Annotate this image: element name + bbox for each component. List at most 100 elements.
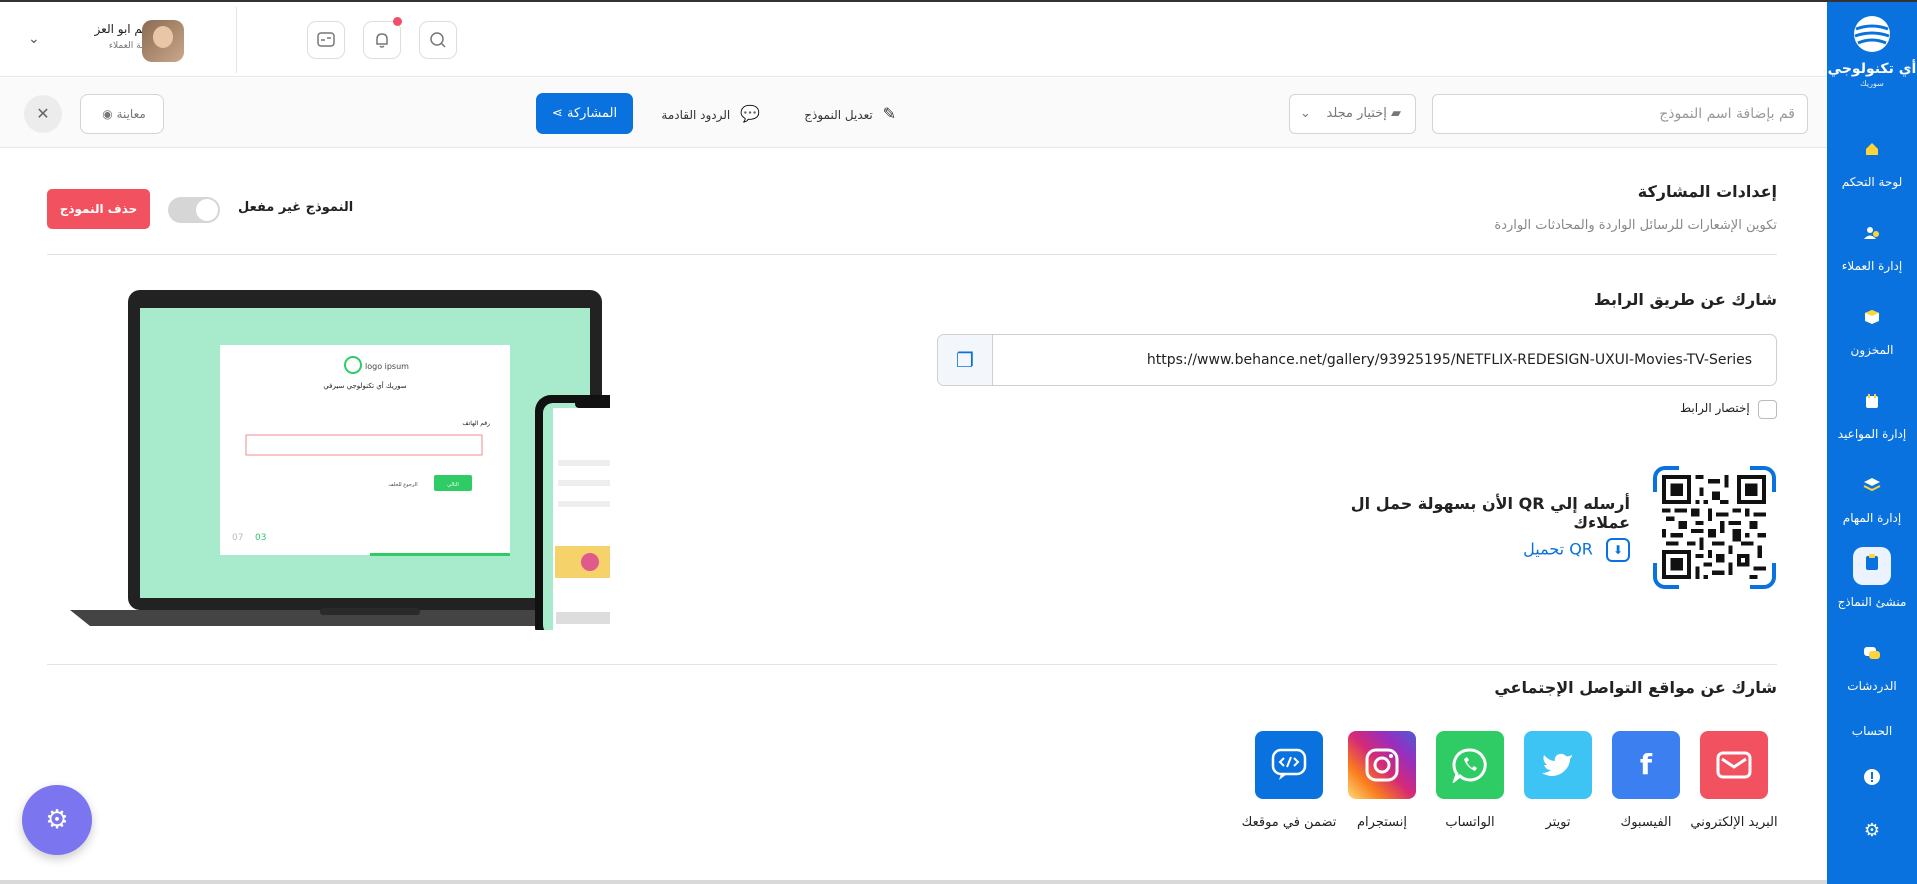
share-whatsapp[interactable]: الواتساب <box>1436 731 1504 830</box>
share-twitter[interactable]: تويتر <box>1524 731 1592 830</box>
calendar-icon <box>1857 389 1887 419</box>
share-settings-title: إعدادات المشاركة <box>1637 182 1777 201</box>
sidebar-item-appointments[interactable]: إدارة المواعيد <box>1827 389 1917 441</box>
sidebar-help[interactable] <box>1827 766 1917 804</box>
form-name-input[interactable] <box>1432 94 1808 134</box>
folder-select[interactable]: ⌄ إختيار مجلد ▰ <box>1289 94 1416 134</box>
share-email[interactable]: البريد الإلكتروني <box>1690 731 1778 830</box>
eye-icon: ◉ <box>102 107 113 121</box>
download-icon: ⬇ <box>1606 538 1630 562</box>
preview-button[interactable]: ◉ معاينة <box>80 94 164 134</box>
twitter-icon <box>1524 731 1592 799</box>
chat-bubbles-icon: 💬 <box>740 104 760 123</box>
search-icon <box>430 32 446 48</box>
mockup-logo-text: logo ipsum <box>365 362 409 371</box>
header-divider <box>236 7 237 73</box>
share-url-field[interactable]: ❐ https://www.behance.net/gallery/939251… <box>937 334 1777 386</box>
sidebar-item-chats[interactable]: الدردشات <box>1827 641 1917 693</box>
chevron-down-icon: ⌄ <box>28 31 40 47</box>
sidebar-item-tasks[interactable]: إدارة المهام <box>1827 473 1917 525</box>
shorten-link-checkbox[interactable] <box>1758 400 1777 419</box>
box-icon <box>1857 305 1887 335</box>
share-instagram-label: إنستجرام <box>1357 815 1407 830</box>
copy-link-button[interactable]: ❐ <box>938 335 993 385</box>
notification-badge <box>393 17 402 26</box>
instagram-icon <box>1348 731 1416 799</box>
qr-code-image <box>1662 475 1766 579</box>
sidebar-item-label: إدارة المواعيد <box>1837 427 1907 441</box>
gear-icon: ⚙ <box>1863 820 1881 841</box>
sidebar-item-label: منشئ النماذج <box>1837 595 1907 609</box>
mockup-page-current: 03 <box>255 533 266 543</box>
devices-mockup-illustration: logo ipsum سوريك أي تكنولوجي سيرفي رقم ا… <box>70 290 610 630</box>
divider <box>47 664 1777 665</box>
qr-description: الأن بسهولة حمل ال QR أرسله إلي عملاءك <box>1350 494 1630 532</box>
sidebar: أي تكنولوجي سوريك لوحة التحكم إدارة العم… <box>1827 2 1917 884</box>
replies-label: الردود القادمة <box>661 108 731 122</box>
mockup-phone-label: رقم الهاتف <box>462 420 490 427</box>
sidebar-item-label: الحساب <box>1851 724 1893 738</box>
form-active-toggle[interactable] <box>168 197 220 223</box>
users-icon <box>1857 221 1887 251</box>
search-button[interactable] <box>419 21 457 59</box>
chevron-down-icon: ⌄ <box>1300 106 1311 121</box>
sidebar-item-label: الدردشات <box>1847 679 1897 693</box>
upcoming-replies-button[interactable]: الردود القادمة 💬 <box>656 95 760 133</box>
download-qr-label: تحميل QR <box>1523 539 1593 559</box>
horizontal-scrollbar[interactable] <box>0 880 1827 884</box>
share-settings-subtitle: تكوين الإشعارات للرسائل الواردة والمحادث… <box>1494 218 1777 233</box>
mockup-back-label: الرجوع للخلف <box>388 482 417 488</box>
mockup-next-label: التالي <box>447 482 459 488</box>
notifications-button[interactable] <box>363 17 402 59</box>
share-facebook[interactable]: f الفيسبوك <box>1612 731 1680 830</box>
brand-logo[interactable]: أي تكنولوجي سوريك <box>1827 14 1917 88</box>
share-instagram[interactable]: إنستجرام <box>1348 731 1416 830</box>
home-icon <box>1857 137 1887 167</box>
share-button[interactable]: ⋖ المشاركة <box>536 93 633 134</box>
copy-icon: ❐ <box>956 348 974 372</box>
sidebar-item-label: إدارة المهام <box>1842 511 1902 525</box>
mockup-form-title: سوريك أي تكنولوجي سيرفي <box>323 381 406 390</box>
bell-icon <box>376 33 388 48</box>
top-header: ⌄ هيثم ابو العز خدمة العملاء <box>0 2 1827 77</box>
share-label: المشاركة <box>566 106 618 121</box>
email-icon <box>1700 731 1768 799</box>
sidebar-item-dashboard[interactable]: لوحة التحكم <box>1827 137 1917 189</box>
inbox-icon <box>317 32 335 47</box>
edit-form-label: تعديل النموذج <box>804 108 873 122</box>
divider <box>47 254 1777 255</box>
embed-icon <box>1255 731 1323 799</box>
close-icon: ✕ <box>36 104 50 123</box>
preview-label: معاينة <box>116 107 146 121</box>
sidebar-item-customers[interactable]: إدارة العملاء <box>1827 221 1917 273</box>
close-button[interactable]: ✕ <box>24 95 62 133</box>
layers-icon <box>1857 473 1887 503</box>
edit-form-button[interactable]: تعديل النموذج ✎ <box>792 95 896 133</box>
share-embed[interactable]: تضمن في موقعك <box>1242 731 1336 830</box>
info-icon <box>1857 766 1887 796</box>
share-url-text: https://www.behance.net/gallery/93925195… <box>1146 352 1752 368</box>
brand-globe-icon <box>1854 16 1890 52</box>
sidebar-item-label: المخزون <box>1850 343 1894 357</box>
gear-icon: ⚙ <box>45 805 69 835</box>
share-icon: ⋖ <box>551 106 563 121</box>
delete-form-button[interactable]: حذف النموذج <box>47 189 150 229</box>
messages-button[interactable] <box>307 21 345 59</box>
avatar <box>142 20 184 62</box>
brand-subtitle: سوريك <box>1860 79 1884 88</box>
folder-select-label: إختيار مجلد <box>1326 106 1387 121</box>
sidebar-settings[interactable]: ⚙ <box>1827 816 1917 854</box>
clipboard-icon <box>1853 547 1891 585</box>
social-share-title: شارك عن مواقع التواصل الإجتماعي <box>1494 678 1777 697</box>
brand-title: أي تكنولوجي <box>1827 61 1917 77</box>
sidebar-item-form-builder[interactable]: منشئ النماذج <box>1827 547 1917 609</box>
sidebar-item-account[interactable]: الحساب <box>1827 724 1917 738</box>
shorten-link-label: إختصار الرابط <box>1680 401 1750 415</box>
settings-fab-button[interactable]: ⚙ <box>22 785 92 855</box>
download-qr-button[interactable]: تحميل QR ⬇ <box>1500 538 1630 562</box>
sidebar-item-label: لوحة التحكم <box>1841 175 1903 189</box>
sidebar-item-label: إدارة العملاء <box>1841 259 1903 273</box>
sidebar-item-inventory[interactable]: المخزون <box>1827 305 1917 357</box>
chat-icon <box>1857 641 1887 671</box>
whatsapp-icon <box>1436 731 1504 799</box>
